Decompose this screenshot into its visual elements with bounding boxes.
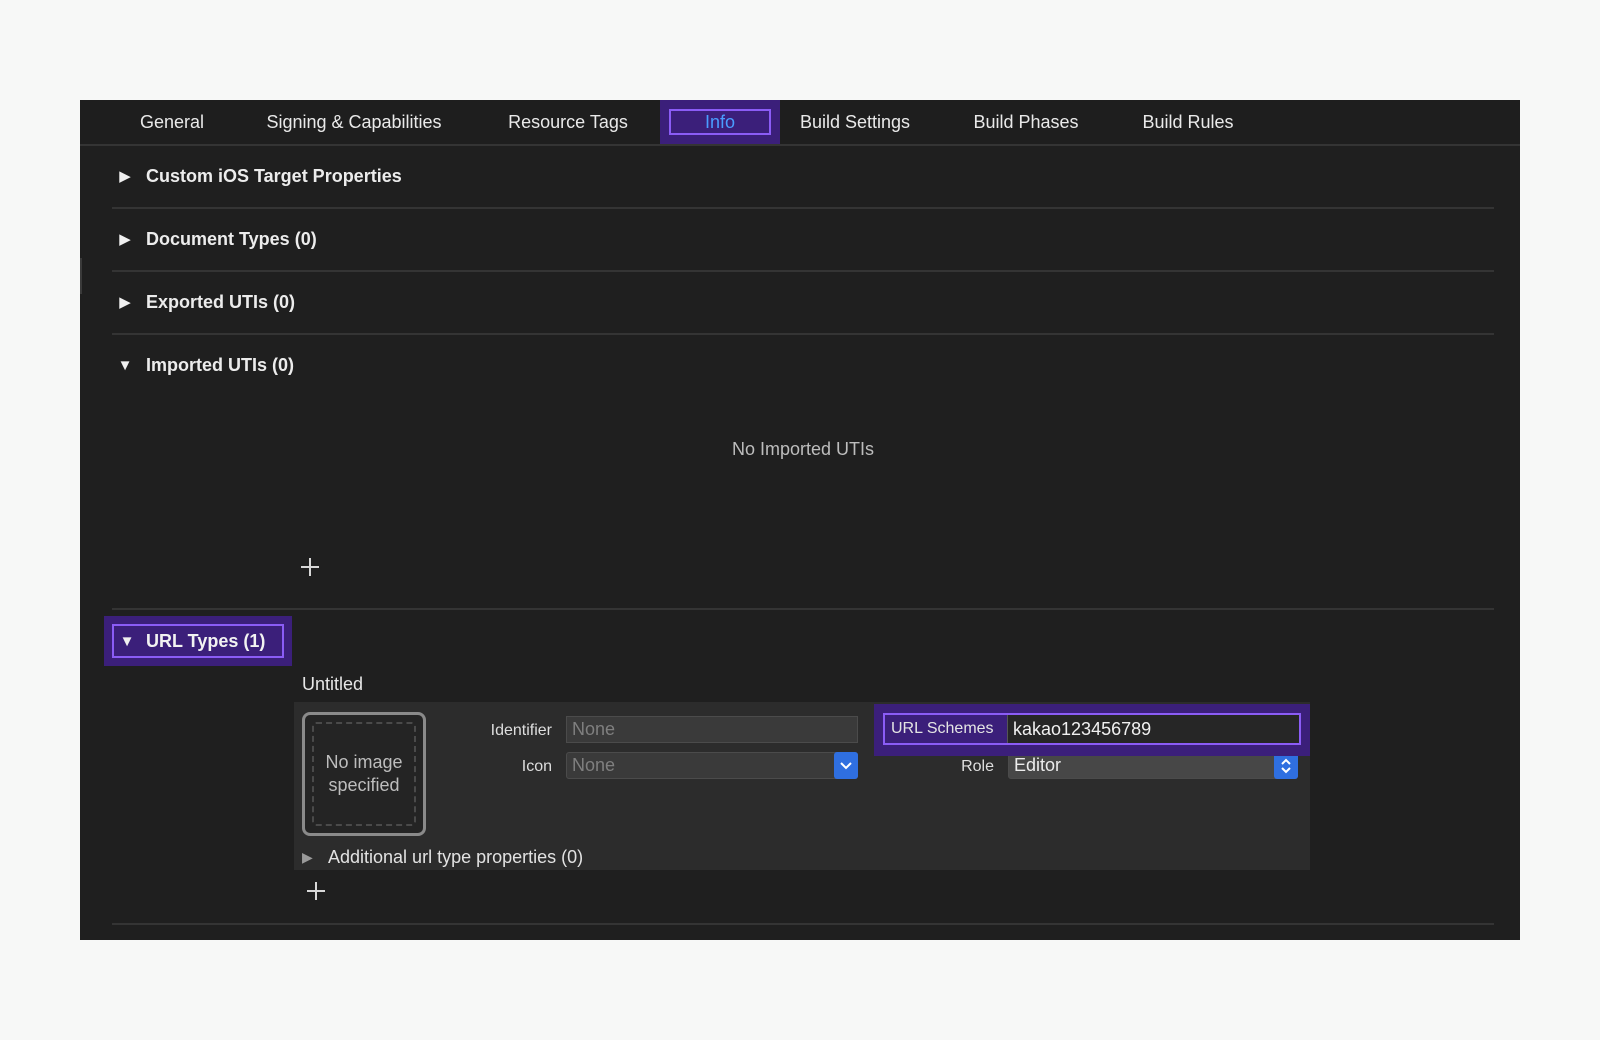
- tab-label: General: [139, 111, 205, 132]
- icon-label: Icon: [521, 758, 552, 775]
- section-title: Imported UTIs (0): [146, 354, 295, 375]
- url-type-name: Untitled: [302, 674, 364, 694]
- section-title: URL Types (1): [146, 630, 266, 651]
- tab-signing-capabilities[interactable]: Signing & Capabilities: [256, 100, 452, 144]
- section-header[interactable]: ▶ Document Types (0): [112, 219, 317, 259]
- tab-build-phases[interactable]: Build Phases: [968, 100, 1084, 144]
- add-imported-uti-plus-icon[interactable]: [298, 555, 322, 579]
- chevron-up-down-icon: [1274, 752, 1298, 779]
- section-title: Custom iOS Target Properties: [146, 165, 402, 186]
- tab-resource-tags[interactable]: Resource Tags: [496, 100, 640, 144]
- section-imported-utis: ▼ Imported UTIs (0) No Imported UTIs: [112, 337, 1494, 610]
- image-placeholder-text: No image specified: [312, 722, 416, 826]
- disclosure-triangle-right-icon: ▶: [119, 294, 131, 311]
- tab-label: Build Settings: [799, 111, 911, 132]
- add-url-type-plus-icon[interactable]: [304, 879, 328, 903]
- tab-label: Build Rules: [1142, 111, 1234, 132]
- icon-value: None: [572, 755, 616, 775]
- section-document-types: ▶ Document Types (0): [112, 211, 1494, 272]
- tab-info[interactable]: Info: [660, 100, 780, 144]
- section-header-url-types[interactable]: ▼ URL Types (1): [112, 624, 284, 658]
- url-types-highlight: ▼ URL Types (1): [104, 616, 292, 666]
- tab-build-settings[interactable]: Build Settings: [792, 100, 918, 144]
- tab-label: Resource Tags: [508, 111, 628, 132]
- chevron-down-icon: [834, 752, 858, 779]
- empty-state-text: No Imported UTIs: [732, 439, 875, 459]
- image-well[interactable]: No image specified: [302, 712, 426, 836]
- identifier-field[interactable]: None: [566, 716, 858, 743]
- url-schemes-row: URL Schemes kakao123456789: [883, 713, 1301, 745]
- disclosure-triangle-right-icon: ▶: [302, 848, 313, 865]
- tab-general[interactable]: General: [120, 100, 224, 144]
- disclosure-triangle-down-icon: ▼: [117, 356, 133, 374]
- section-title: Exported UTIs (0): [146, 291, 296, 312]
- section-header[interactable]: ▶ Custom iOS Target Properties: [112, 156, 402, 196]
- editor-tab-bar: General Signing & Capabilities Resource …: [80, 100, 1520, 146]
- additional-properties-label: Additional url type properties (0): [328, 846, 584, 867]
- url-schemes-value: kakao123456789: [1013, 718, 1152, 739]
- role-label: Role: [961, 758, 994, 775]
- disclosure-triangle-right-icon: ▶: [119, 231, 131, 248]
- tab-label: Signing & Capabilities: [266, 111, 442, 132]
- tab-label: Build Phases: [973, 111, 1079, 132]
- section-title: Document Types (0): [146, 228, 317, 249]
- section-header[interactable]: ▼ Imported UTIs (0): [112, 345, 294, 385]
- identifier-placeholder: None: [572, 719, 616, 739]
- additional-url-type-properties[interactable]: ▶ Additional url type properties (0): [302, 844, 583, 870]
- url-schemes-label: URL Schemes: [891, 720, 994, 737]
- disclosure-triangle-down-icon: ▼: [119, 632, 135, 650]
- role-popup[interactable]: Editor: [1008, 752, 1298, 779]
- icon-popup[interactable]: None: [566, 752, 858, 779]
- url-schemes-input[interactable]: kakao123456789: [1007, 715, 1299, 743]
- section-header[interactable]: ▶ Exported UTIs (0): [112, 282, 295, 322]
- tab-build-rules[interactable]: Build Rules: [1136, 100, 1240, 144]
- identifier-label: Identifier: [490, 722, 552, 739]
- section-exported-utis: ▶ Exported UTIs (0): [112, 274, 1494, 335]
- section-custom-ios-target-properties: ▶ Custom iOS Target Properties: [112, 148, 1494, 209]
- role-value: Editor: [1014, 755, 1062, 775]
- tab-label: Info: [669, 109, 771, 135]
- disclosure-triangle-right-icon: ▶: [119, 168, 131, 185]
- url-schemes-highlight: URL Schemes kakao123456789: [874, 704, 1310, 756]
